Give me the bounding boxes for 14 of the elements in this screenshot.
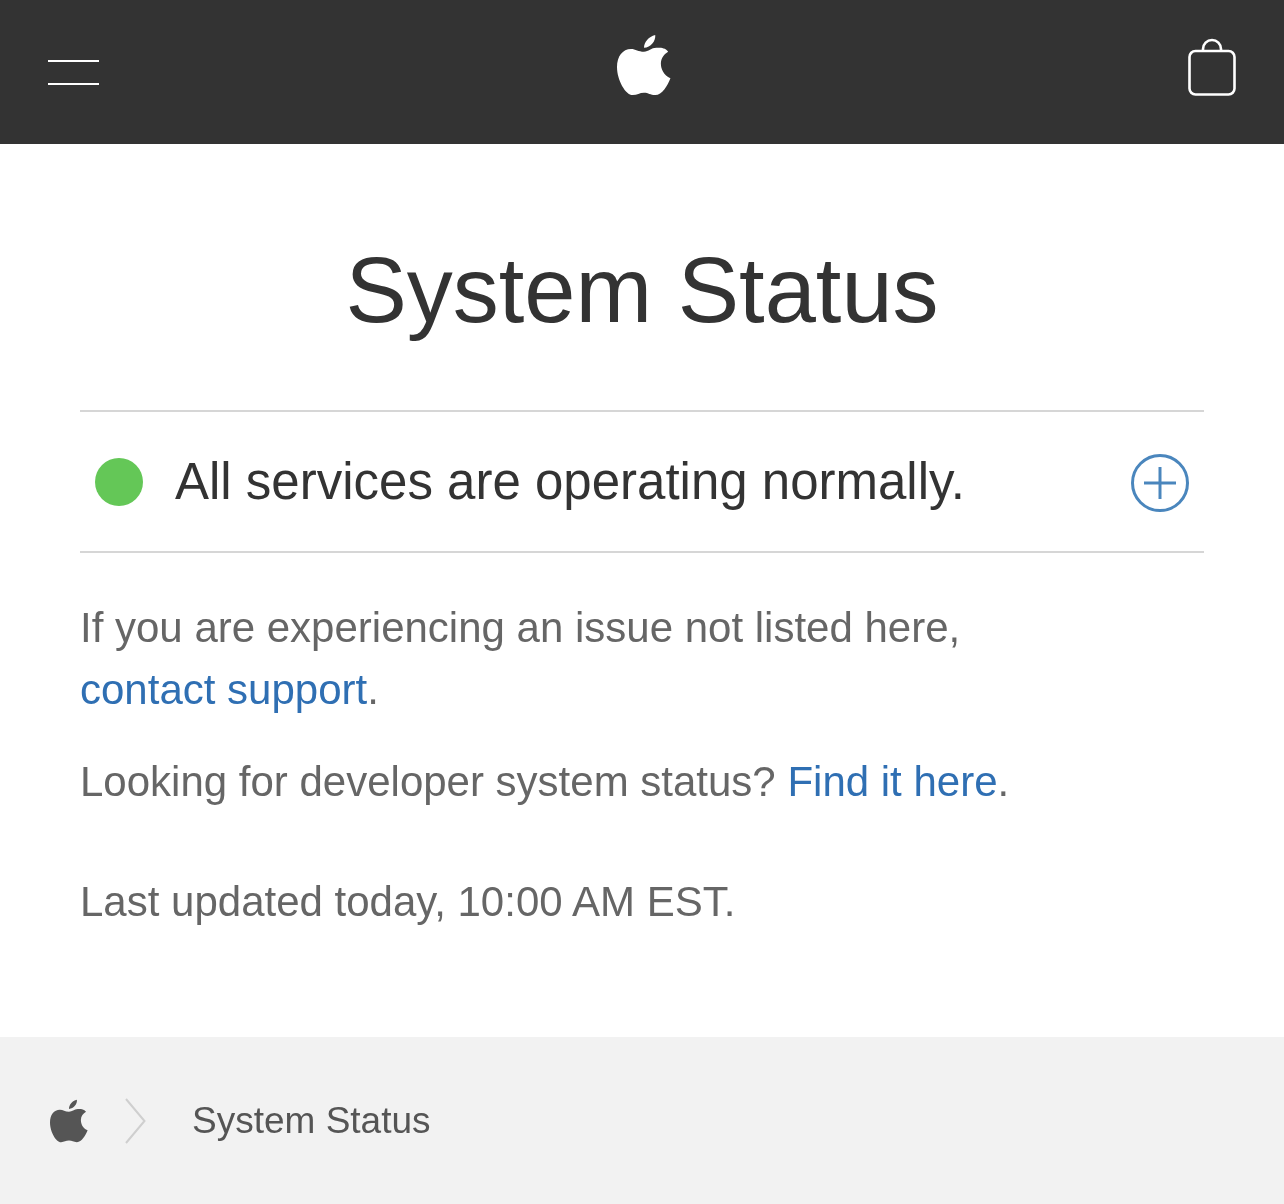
support-note: If you are experiencing an issue not listed here, contact support. [80,603,962,715]
chevron-icon [125,1097,146,1144]
breadcrumb-current: System Status [192,1098,431,1143]
plus-icon[interactable] [1131,453,1189,512]
contact-support-link[interactable]: contact support [80,666,368,713]
developer-status-note: Looking for developer system status? Find it here. [80,757,1011,807]
page-title: System Status [345,240,939,341]
bag-icon[interactable] [1188,38,1236,96]
last-updated-text: Last updated today, 10:00 AM EST. [80,877,737,927]
apple-icon[interactable] [616,34,671,96]
menu-icon[interactable] [48,59,99,85]
status-message: All services are operating normally. [175,451,966,512]
find-it-here-link[interactable]: Find it here [787,758,998,805]
apple-icon[interactable] [50,1098,88,1143]
